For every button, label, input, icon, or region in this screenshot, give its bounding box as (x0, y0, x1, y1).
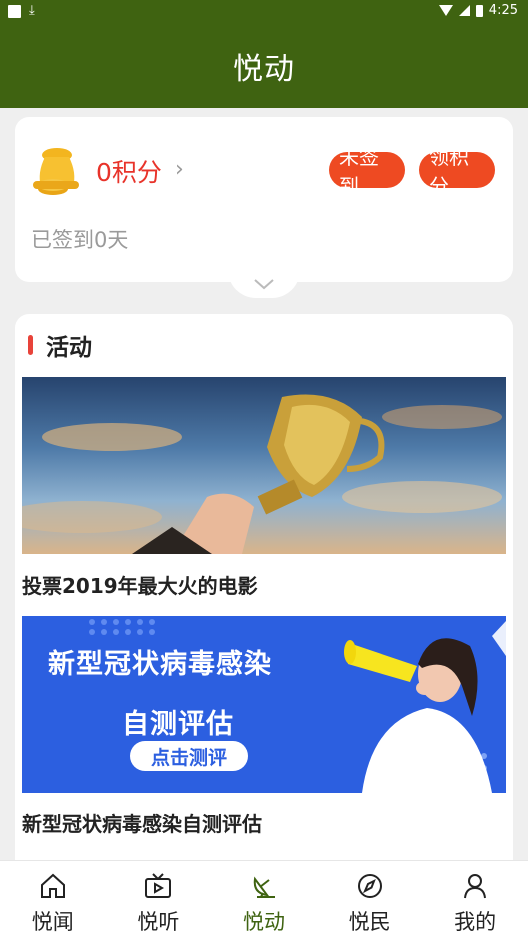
activity-banner-covid[interactable]: 新型冠状病毒感染 自测评估 点击测评 (22, 616, 506, 793)
signal-icon (458, 5, 470, 16)
download-icon: ⤓ (29, 3, 35, 18)
chevron-right-icon[interactable]: › (175, 157, 184, 182)
trophy-image (22, 394, 502, 554)
nav-item-people[interactable]: 悦民 (317, 861, 423, 942)
activity-title[interactable]: 投票2019年最大火的电影 (22, 570, 258, 599)
status-time: 4:25 (488, 3, 518, 18)
nav-label: 悦闻 (31, 910, 74, 934)
compass-icon (357, 874, 382, 898)
points-card: 0积分 › 未签到 领积分 已签到0天 (15, 117, 513, 282)
banner-subheadline: 自测评估 (122, 709, 234, 740)
coin-bag-icon (33, 148, 79, 195)
battery-icon (475, 4, 483, 17)
user-icon (464, 874, 487, 899)
home-icon (40, 873, 65, 898)
nav-item-news[interactable]: 悦闻 (0, 861, 106, 942)
points-value[interactable]: 0积分 (96, 153, 162, 189)
section-title: 活动 (46, 335, 92, 361)
bottom-nav: 悦闻 悦听 悦动 悦民 我的 (0, 860, 528, 942)
notification-icon (8, 4, 21, 18)
tv-icon (145, 873, 172, 898)
nav-label: 悦听 (137, 910, 180, 934)
nav-label: 我的 (454, 910, 497, 934)
activity-title[interactable]: 新型冠状病毒感染自测评估 (22, 808, 262, 837)
nav-item-move[interactable]: 悦动 (211, 861, 317, 942)
chevron-down-icon (254, 279, 274, 290)
banner-headline: 新型冠状病毒感染 (48, 649, 272, 680)
signed-days-text: 已签到0天 (31, 228, 129, 252)
page-title: 悦动 (233, 52, 295, 87)
nav-item-listen[interactable]: 悦听 (106, 861, 212, 942)
status-bar: ⤓ 4:25 (0, 0, 528, 24)
expand-toggle[interactable] (228, 270, 300, 298)
activity-banner-trophy[interactable] (22, 377, 506, 554)
check-in-status-button[interactable]: 未签到 (329, 145, 405, 198)
nav-label: 悦民 (348, 910, 391, 934)
wifi-icon (438, 5, 453, 16)
app-header: 悦动 (0, 24, 528, 108)
banner-cta-button[interactable]: 点击测评 (130, 741, 248, 771)
satellite-dish-icon (253, 876, 275, 898)
section-accent-bar (28, 335, 33, 355)
activity-section: 活动 投票2019年最大火的电影 新型冠状病毒感染 自测评估 点击测评 新型冠状… (15, 314, 513, 874)
nav-item-mine[interactable]: 我的 (422, 861, 528, 942)
nav-label: 悦动 (242, 910, 285, 934)
claim-points-button[interactable]: 领积分 (419, 145, 495, 198)
